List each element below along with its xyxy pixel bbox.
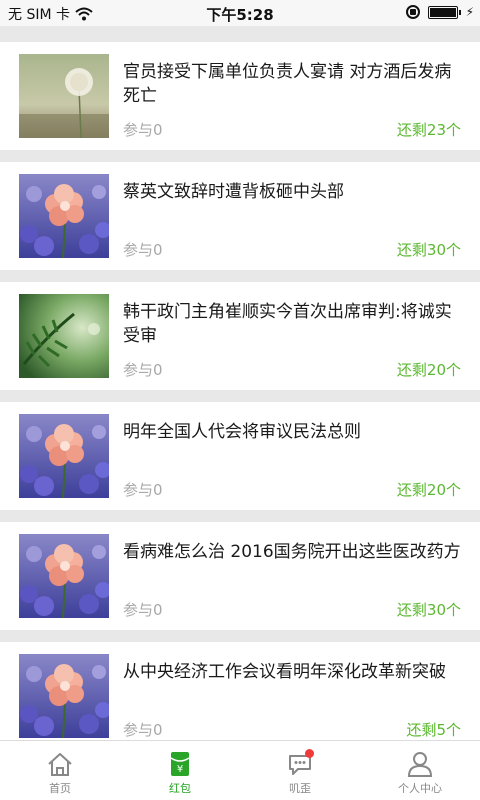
item-title: 从中央经济工作会议看明年深化改革新突破 [123,662,446,682]
thumbnail-image [19,654,109,738]
list-top-spacer [0,26,480,42]
tab-label: 首页 [49,782,71,795]
list-item[interactable]: 蔡英文致辞时遭背板砸中头部 参与0 还剩30个 [0,162,480,270]
thumbnail-image [19,414,109,498]
remaining-count: 还剩30个 [396,601,461,619]
bottom-tab-bar: 首页 ¥ 红包 叽歪 个人中心 [0,740,480,800]
remaining-count: 还剩23个 [396,121,461,139]
thumbnail-image [19,54,109,138]
item-title: 看病难怎么治 2016国务院开出这些医改药方 [123,542,461,562]
list-item[interactable]: 从中央经济工作会议看明年深化改革新突破 参与0 还剩5个 [0,642,480,740]
tab-red-packet[interactable]: ¥ 红包 [120,741,240,800]
remaining-count: 还剩20个 [396,481,461,499]
tab-home[interactable]: 首页 [0,741,120,800]
red-packet-icon: ¥ [166,751,194,777]
participant-count: 参与0 [123,721,163,739]
rotation-lock-icon [405,5,420,19]
tab-profile[interactable]: 个人中心 [360,741,480,800]
home-icon [46,751,74,777]
item-title: 韩干政门主角崔顺实今首次出席审判:将诚实受审 [123,302,452,346]
tab-chat[interactable]: 叽歪 [240,741,360,800]
participant-count: 参与0 [123,481,163,499]
participant-count: 参与0 [123,121,163,139]
status-right: ⚡ [405,5,474,19]
list-item[interactable]: 韩干政门主角崔顺实今首次出席审判:将诚实受审参与0 还剩20个 [0,282,480,390]
item-title: 官员接受下属单位负责人宴请 对方酒后发病死亡 [123,62,452,106]
remaining-count: 还剩20个 [396,361,461,379]
remaining-count: 还剩30个 [396,241,461,259]
participant-count: 参与0 [123,241,163,259]
chat-bubble-icon [286,749,314,777]
charging-icon: ⚡ [465,5,474,19]
news-list[interactable]: 官员接受下属单位负责人宴请 对方酒后发病死亡参与0 还剩23个蔡英文致辞时遭背板砸… [0,26,480,740]
thumbnail-image [19,534,109,618]
participant-count: 参与0 [123,361,163,379]
remaining-count: 还剩5个 [406,721,461,739]
list-item[interactable]: 明年全国人代会将审议民法总则 参与0 还剩20个 [0,402,480,510]
item-title: 明年全国人代会将审议民法总则 [123,422,361,442]
user-icon [406,751,434,777]
notification-dot [305,749,314,758]
thumbnail-image [19,294,109,378]
status-bar: 无 SIM 卡 下午5:28 ⚡ [0,0,480,26]
list-item[interactable]: 看病难怎么治 2016国务院开出这些医改药方 参与0 还剩30个 [0,522,480,630]
list-item[interactable]: 官员接受下属单位负责人宴请 对方酒后发病死亡参与0 还剩23个 [0,42,480,150]
battery-icon [427,5,461,19]
tab-label: 个人中心 [398,782,442,795]
item-title: 蔡英文致辞时遭背板砸中头部 [123,182,344,202]
participant-count: 参与0 [123,601,163,619]
tab-label: 叽歪 [289,782,311,795]
tab-label: 红包 [169,782,191,795]
thumbnail-image [19,174,109,258]
svg-text:¥: ¥ [177,764,183,775]
